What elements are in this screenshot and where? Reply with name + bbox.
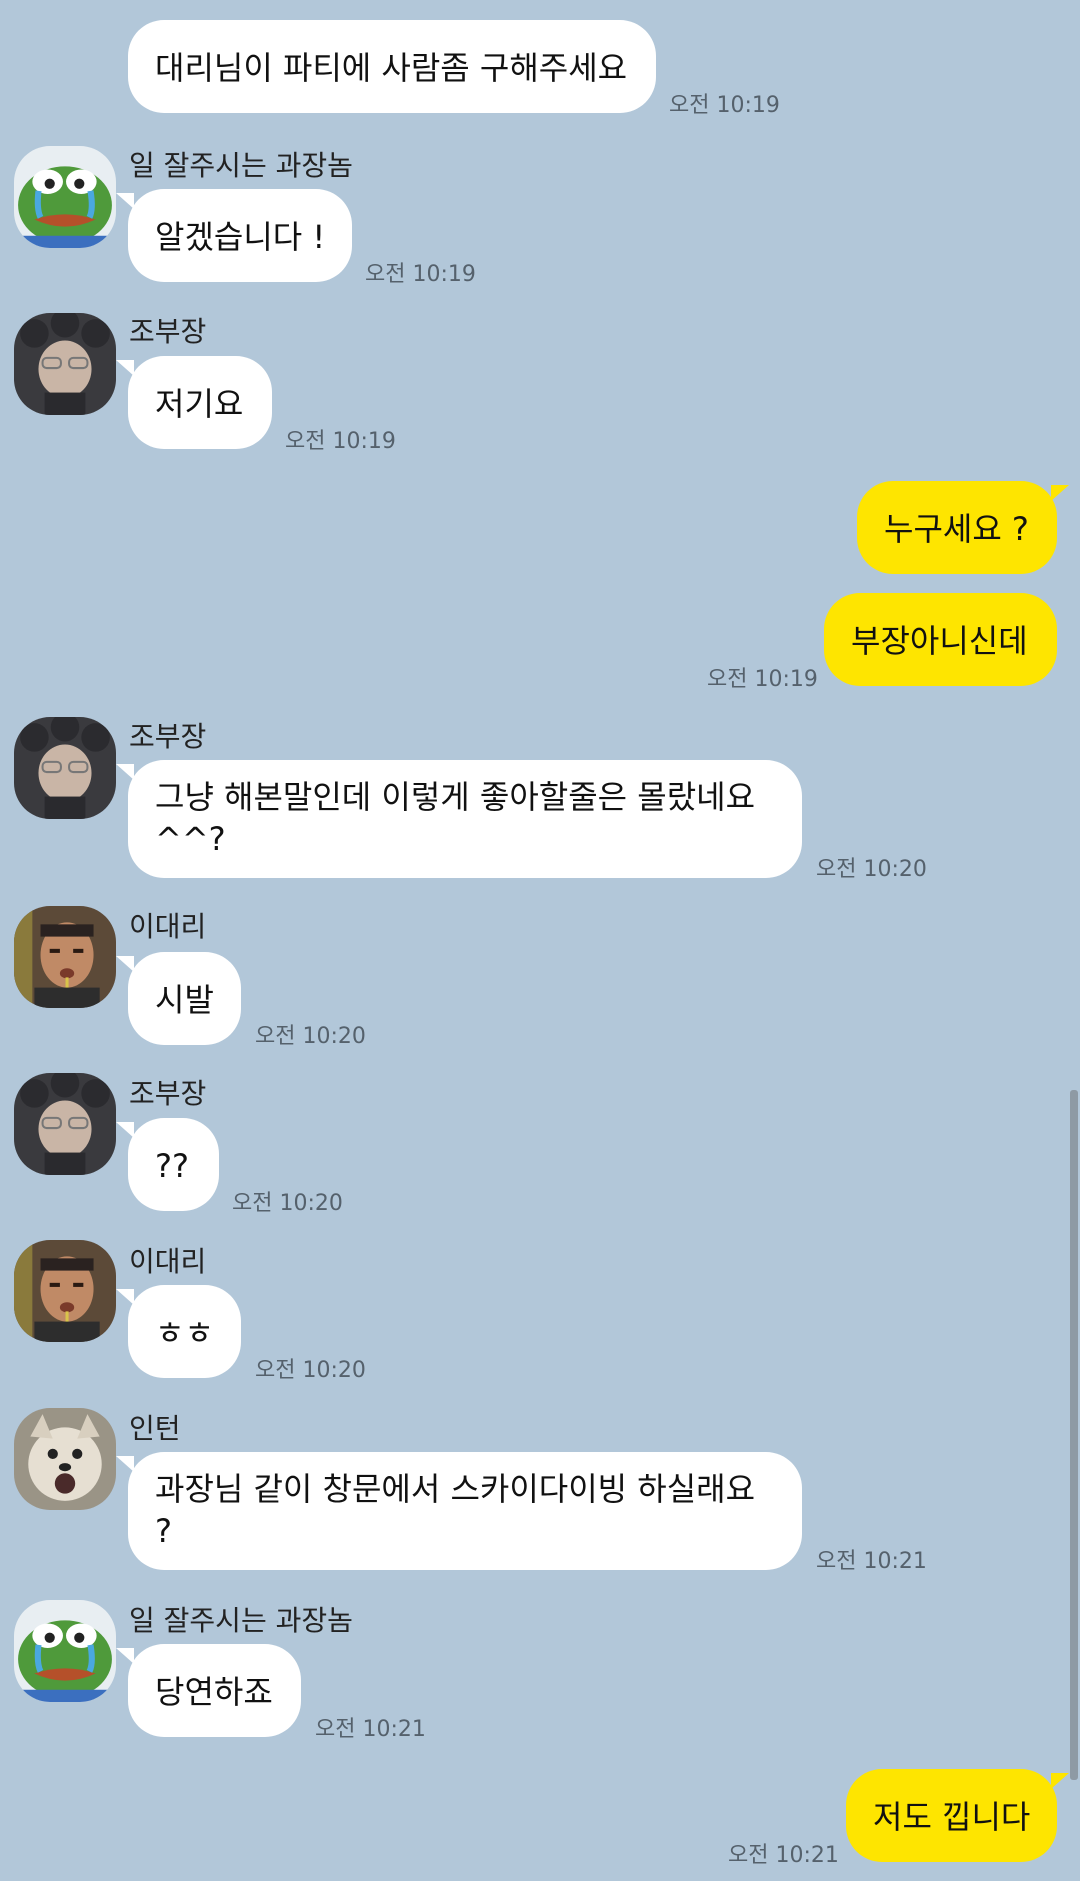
message-time: 오전 10:20 [232,1191,343,1216]
message-bubble[interactable]: ㅎㅎ [116,1285,241,1378]
hooded-person-icon[interactable] [14,717,116,819]
message-time: 오전 10:19 [707,667,818,692]
shocked-dog-icon[interactable] [14,1408,116,1510]
message-time: 오전 10:21 [315,1717,426,1742]
message-time: 오전 10:20 [255,1358,366,1383]
message-time: 오전 10:20 [816,857,927,882]
message-time: 오전 10:21 [816,1549,927,1574]
message-bubble[interactable]: 당연하죠 [116,1644,301,1737]
sender-name: 일 잘주시는 과장놈 [129,149,353,182]
message-time: 오전 10:19 [285,429,396,454]
man-portrait-icon[interactable] [14,1240,116,1342]
man-portrait-icon[interactable] [14,906,116,1008]
sender-name: 이대리 [129,1245,207,1278]
message-bubble[interactable]: 저기요 [116,356,272,449]
pepe-frog-crying-icon[interactable] [14,146,116,248]
message-bubble[interactable]: ?? [116,1118,219,1211]
sender-name: 조부장 [129,315,207,348]
message-time: 오전 10:21 [728,1843,839,1868]
message-bubble[interactable]: 저도 낍니다 [846,1769,1069,1862]
scrollbar[interactable] [1070,1090,1078,1780]
sender-name: 인턴 [129,1412,181,1445]
message-bubble[interactable]: 알겠습니다 ! [116,189,352,282]
message-bubble[interactable]: 누구세요 ? [857,481,1069,574]
hooded-person-icon[interactable] [14,1073,116,1175]
message-bubble[interactable]: 시발 [116,952,241,1045]
sender-name: 이대리 [129,910,207,943]
sender-name: 일 잘주시는 과장놈 [129,1604,353,1637]
pepe-frog-crying-icon[interactable] [14,1600,116,1702]
sender-name: 조부장 [129,720,207,753]
message-time: 오전 10:19 [669,93,780,118]
sender-name: 조부장 [129,1077,207,1110]
message-time: 오전 10:19 [365,262,476,287]
message-bubble[interactable]: 대리님이 파티에 사람좀 구해주세요 [128,20,656,113]
hooded-person-icon[interactable] [14,313,116,415]
message-bubble[interactable]: 과장님 같이 창문에서 스카이다이빙 하실래요 ? [116,1452,802,1570]
message-bubble[interactable]: 부장아니신데 [824,593,1057,686]
message-bubble[interactable]: 그냥 해본말인데 이렇게 좋아할줄은 몰랐네요 ^^? [116,760,802,878]
message-time: 오전 10:20 [255,1024,366,1049]
